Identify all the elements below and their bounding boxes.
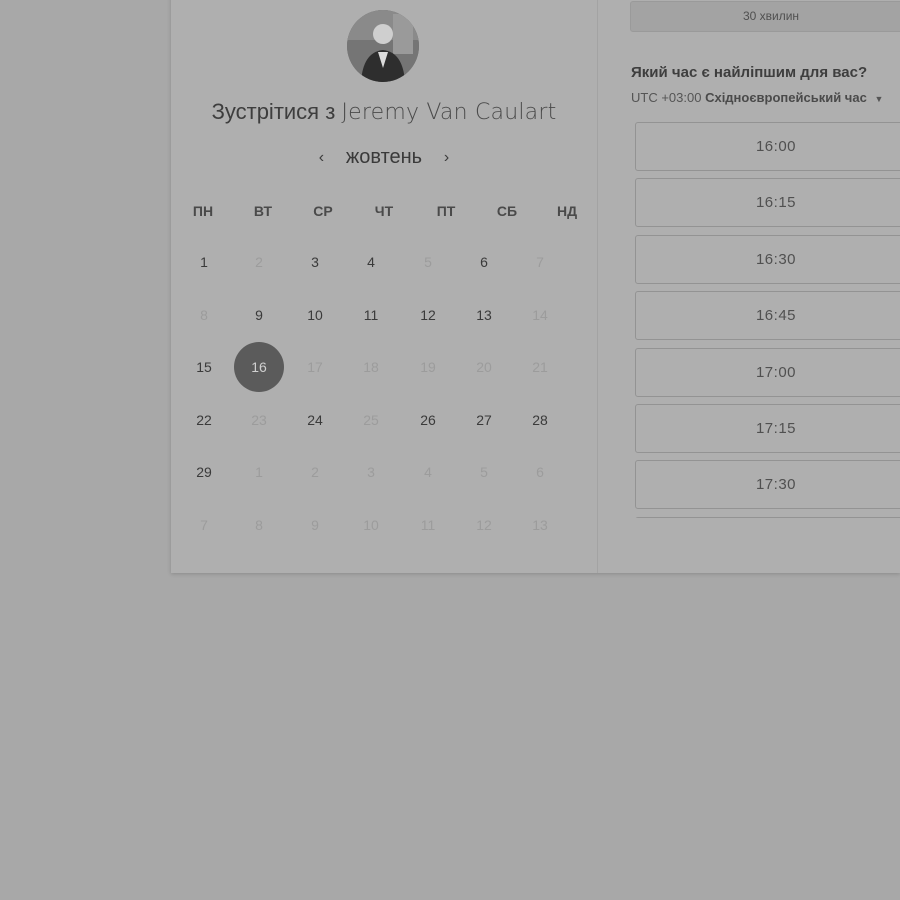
weekday-header: ПН ВТ СР ЧТ ПТ СБ НД bbox=[171, 203, 597, 223]
weekday-label: НД bbox=[556, 203, 578, 219]
calendar-day: 2 bbox=[311, 464, 319, 480]
calendar-pane: Зустрітися з Jeremy Van Caulart ‹ жовтен… bbox=[171, 0, 598, 573]
calendar-day: 11 bbox=[420, 517, 436, 533]
time-slot-button[interactable]: 16:00 bbox=[635, 122, 900, 171]
duration-badge[interactable]: 30 хвилин bbox=[630, 1, 900, 32]
calendar-day: 4 bbox=[424, 464, 432, 480]
calendar-day: 7 bbox=[200, 517, 208, 533]
booking-card: Зустрітися з Jeremy Van Caulart ‹ жовтен… bbox=[171, 0, 900, 573]
host-name: Jeremy Van Caulart bbox=[341, 100, 557, 125]
calendar-day[interactable]: 22 bbox=[179, 395, 229, 445]
time-slot-button[interactable]: 17:00 bbox=[635, 347, 900, 397]
calendar-day: 1 bbox=[255, 464, 263, 480]
weekday-label: СР bbox=[313, 203, 333, 219]
timezone-selector[interactable]: UTC +03:00 Східноєвропейський час ▼ bbox=[631, 90, 883, 105]
calendar-day: 8 bbox=[200, 307, 208, 323]
weekday-label: СБ bbox=[496, 203, 518, 219]
calendar-day: 17 bbox=[307, 359, 323, 375]
weekday-label: ПТ bbox=[436, 203, 456, 219]
caret-down-icon: ▼ bbox=[874, 94, 884, 104]
page-title: Зустрітися з Jeremy Van Caulart bbox=[171, 99, 597, 125]
calendar-day-selected[interactable]: 16 bbox=[234, 342, 284, 392]
calendar-day[interactable]: 1 bbox=[179, 237, 229, 287]
calendar-day: 2 bbox=[255, 254, 263, 270]
chevron-left-icon[interactable]: ‹ bbox=[311, 149, 331, 167]
timezone-offset: UTC +03:00 bbox=[631, 90, 702, 105]
time-selection-pane: 30 хвилин Який час є найліпшим для вас? … bbox=[598, 0, 900, 573]
calendar-day[interactable]: 24 bbox=[290, 395, 340, 445]
calendar-day[interactable]: 9 bbox=[234, 290, 284, 340]
time-slot-button[interactable]: 17:30 bbox=[635, 460, 900, 510]
avatar bbox=[347, 10, 419, 82]
time-question: Який час є найліпшим для вас? bbox=[631, 64, 868, 81]
calendar-day: 20 bbox=[476, 359, 492, 375]
weekday-label: ПН bbox=[192, 203, 214, 219]
calendar-day[interactable]: 11 bbox=[346, 290, 396, 340]
time-slot-button[interactable] bbox=[635, 516, 900, 518]
calendar-day[interactable]: 3 bbox=[290, 237, 340, 287]
time-slot-button[interactable]: 16:30 bbox=[635, 234, 900, 284]
calendar-day: 9 bbox=[311, 517, 319, 533]
calendar-day: 19 bbox=[420, 359, 436, 375]
calendar-day[interactable]: 13 bbox=[459, 290, 509, 340]
calendar-day: 8 bbox=[255, 517, 263, 533]
month-navigation: ‹ жовтень › bbox=[171, 146, 597, 172]
timezone-name: Східноєвропейський час bbox=[705, 90, 867, 105]
calendar-day[interactable]: 4 bbox=[346, 237, 396, 287]
calendar-day: 6 bbox=[536, 464, 544, 480]
calendar-day: 10 bbox=[363, 517, 379, 533]
calendar-day[interactable]: 27 bbox=[459, 395, 509, 445]
calendar-day[interactable]: 15 bbox=[179, 342, 229, 392]
chevron-right-icon[interactable]: › bbox=[437, 149, 457, 167]
calendar-day[interactable]: 28 bbox=[515, 395, 565, 445]
calendar-day[interactable]: 26 bbox=[403, 395, 453, 445]
calendar-day: 13 bbox=[532, 517, 548, 533]
title-prefix: Зустрітися з bbox=[211, 99, 336, 124]
calendar-day: 7 bbox=[536, 254, 544, 270]
calendar-day: 12 bbox=[476, 517, 492, 533]
month-label: жовтень bbox=[345, 146, 423, 168]
time-slot-button[interactable]: 17:15 bbox=[635, 404, 900, 453]
calendar-day: 5 bbox=[480, 464, 488, 480]
time-slot-list: 16:00 16:15 16:30 16:45 17:00 17:15 17:30 bbox=[598, 122, 900, 518]
weekday-label: ВТ bbox=[253, 203, 273, 219]
calendar-day: 25 bbox=[363, 412, 379, 428]
calendar-day: 23 bbox=[251, 412, 267, 428]
calendar-day[interactable]: 10 bbox=[290, 290, 340, 340]
time-slot-button[interactable]: 16:45 bbox=[635, 291, 900, 341]
calendar-day: 3 bbox=[367, 464, 375, 480]
calendar-day: 14 bbox=[532, 307, 548, 323]
weekday-label: ЧТ bbox=[374, 203, 394, 219]
calendar-day[interactable]: 29 bbox=[179, 447, 229, 497]
calendar-day: 5 bbox=[424, 254, 432, 270]
calendar-day: 21 bbox=[532, 359, 548, 375]
time-slot-button[interactable]: 16:15 bbox=[635, 178, 900, 228]
calendar-day: 18 bbox=[363, 359, 379, 375]
calendar-day[interactable]: 6 bbox=[459, 237, 509, 287]
calendar-day[interactable]: 12 bbox=[403, 290, 453, 340]
